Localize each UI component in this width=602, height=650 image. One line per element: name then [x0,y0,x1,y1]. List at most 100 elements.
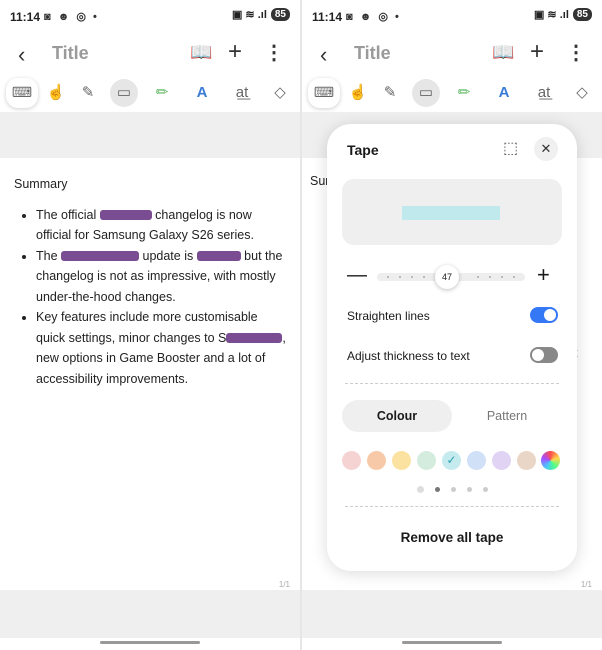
thickness-slider[interactable]: — 47 + [341,262,563,294]
text-box-icon[interactable]: a͟t [530,79,558,107]
status-bar: 11:14 ◙ ☻ ◎ • ▣ ≋ .ıl 85 [0,0,300,32]
text-run: update is [139,248,197,263]
slider-tick [501,276,503,278]
toggle-knob [544,309,556,321]
highlighter-icon[interactable]: ✏ [148,79,176,107]
color-swatch-selected[interactable]: ✓ [442,451,461,470]
slider-tick [423,276,425,278]
more-icon[interactable]: ⋮ [264,40,284,65]
home-indicator[interactable] [100,641,200,644]
book-icon[interactable]: 📖 [492,42,514,63]
color-swatch[interactable] [342,451,361,470]
list-item: The official changelog is now official f… [36,205,290,246]
tape-sheet: Tape ⬚ ✕ — 47 + Straighten lines Adjust … [327,124,577,571]
book-icon[interactable]: 📖 [190,42,212,63]
page-dot[interactable] [451,487,456,492]
note-heading: Summary [14,177,68,191]
finger-icon[interactable]: ☝ [42,79,70,107]
battery-icon: 85 [572,8,592,21]
tape-strip[interactable] [61,251,140,262]
tape-strip[interactable] [196,251,241,262]
pen-icon[interactable]: ✎ [74,79,102,107]
page-title[interactable]: Title [354,43,391,64]
back-icon[interactable]: ‹ [18,42,25,68]
screen: 11:14 ◙ ☻ ◎ • ▣ ≋ .ıl 85 ‹ Title 📖 + ⋮ ⌨… [0,0,602,650]
slider-tick [411,276,413,278]
straighten-toggle[interactable] [530,307,558,323]
color-swatch[interactable] [467,451,486,470]
pen-icon[interactable]: ✎ [376,79,404,107]
color-picker-icon[interactable] [541,451,560,470]
slider-tick [489,276,491,278]
pen-toolbar: ⌨ ☝ ✎ ▭ ✏ A a͟t ◇ [302,76,602,110]
increase-icon[interactable]: + [537,262,550,288]
page-dot[interactable] [467,487,472,492]
tape-strip[interactable] [226,333,283,344]
color-swatch[interactable] [392,451,411,470]
back-icon[interactable]: ‹ [320,42,327,68]
tape-shape-icon[interactable]: ⬚ [503,138,518,158]
page-dot[interactable] [417,486,424,493]
tab-colour[interactable]: Colour [342,400,452,432]
bottom-margin [302,590,602,638]
tab-group: Colour Pattern [342,400,562,432]
list-item: The update is but the changelog is not a… [36,246,290,308]
slider-thumb[interactable]: 47 [435,265,459,289]
tape-strip[interactable] [99,210,152,221]
notification-icons: ◙ ☻ ◎ • [346,11,401,23]
finger-icon[interactable]: ☝ [344,79,372,107]
slider-tick [477,276,479,278]
top-margin [0,112,300,158]
tape-preview [342,179,562,245]
shapes-icon[interactable]: ◇ [266,79,294,107]
divider [345,506,559,507]
remove-all-tape-button[interactable]: Remove all tape [327,530,577,545]
note-body[interactable]: Summary The official changelog is now of… [14,174,290,389]
tab-pattern[interactable]: Pattern [452,400,562,432]
decrease-icon[interactable]: — [347,264,367,287]
tape-tool-icon[interactable]: ▭ [110,79,138,107]
notification-icons: ◙ ☻ ◎ • [44,11,99,23]
home-indicator[interactable] [402,641,502,644]
text-run: The [36,248,62,263]
highlighter-icon[interactable]: ✏ [450,79,478,107]
status-time: 11:14 [312,10,343,24]
app-bar: ‹ Title 📖 + ⋮ [0,36,300,72]
text-box-icon[interactable]: a͟t [228,79,256,107]
bullet-list: The official changelog is now official f… [14,205,290,390]
keyboard-icon[interactable]: ⌨ [6,78,38,108]
shapes-icon[interactable]: ◇ [568,79,596,107]
status-right: ▣ ≋ .ıl 85 [232,8,290,21]
keyboard-icon[interactable]: ⌨ [308,78,340,108]
app-bar: ‹ Title 📖 + ⋮ [302,36,602,72]
close-icon[interactable]: ✕ [534,137,558,161]
status-right: ▣ ≋ .ıl 85 [534,8,592,21]
text-run: Key features include more customisable q… [36,310,258,345]
page-dot[interactable] [483,487,488,492]
text-style-icon[interactable]: A [188,79,216,107]
left-panel: 11:14 ◙ ☻ ◎ • ▣ ≋ .ıl 85 ‹ Title 📖 + ⋮ ⌨… [0,0,300,650]
color-swatch[interactable] [367,451,386,470]
bottom-margin [0,590,300,638]
page-dot-active[interactable] [435,487,440,492]
page-number: 1/1 [278,580,290,589]
slider-tick [513,276,515,278]
color-swatch[interactable] [492,451,511,470]
tape-preview-strip [402,206,500,220]
toggle-knob [532,349,544,361]
tape-tool-icon[interactable]: ▭ [412,79,440,107]
adjust-toggle[interactable] [530,347,558,363]
adjust-label: Adjust thickness to text [347,349,470,363]
more-icon[interactable]: ⋮ [566,40,586,65]
divider [345,383,559,384]
add-icon[interactable]: + [228,38,242,66]
color-swatch[interactable] [417,451,436,470]
sheet-title: Tape [347,142,379,158]
page-number: 1/1 [580,580,592,589]
add-icon[interactable]: + [530,38,544,66]
page-title[interactable]: Title [52,43,89,64]
color-swatch[interactable] [517,451,536,470]
straighten-label: Straighten lines [347,309,430,323]
slider-tick [387,276,389,278]
text-style-icon[interactable]: A [490,79,518,107]
